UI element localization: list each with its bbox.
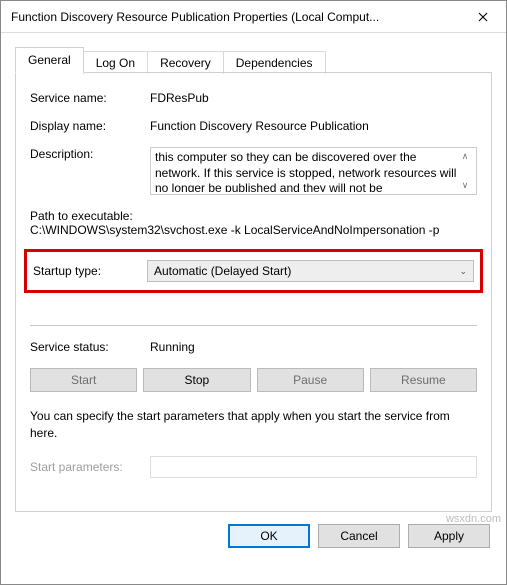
display-name-label: Display name: — [30, 119, 150, 133]
description-label: Description: — [30, 147, 150, 161]
description-box: this computer so they can be discovered … — [150, 147, 477, 195]
dialog-body: General Log On Recovery Dependencies Ser… — [1, 33, 506, 512]
stop-button[interactable]: Stop — [143, 368, 250, 392]
service-status-label: Service status: — [30, 340, 150, 354]
ok-button[interactable]: OK — [228, 524, 310, 548]
apply-button[interactable]: Apply — [408, 524, 490, 548]
tab-dependencies[interactable]: Dependencies — [223, 51, 326, 74]
chevron-down-icon: ⌄ — [459, 266, 467, 277]
service-name-value: FDResPub — [150, 91, 477, 105]
start-params-input — [150, 456, 477, 478]
start-button: Start — [30, 368, 137, 392]
start-params-label: Start parameters: — [30, 460, 150, 474]
path-value: C:\WINDOWS\system32\svchost.exe -k Local… — [30, 223, 477, 237]
tab-content-general: Service name: FDResPub Display name: Fun… — [15, 72, 492, 512]
startup-type-label: Startup type: — [33, 264, 147, 278]
close-button[interactable] — [460, 1, 506, 33]
description-text: this computer so they can be discovered … — [155, 150, 458, 192]
separator — [30, 325, 477, 326]
service-status-value: Running — [150, 340, 477, 354]
tab-strip: General Log On Recovery Dependencies — [15, 47, 492, 73]
startup-type-row: Startup type: Automatic (Delayed Start) … — [24, 249, 483, 293]
startup-type-value: Automatic (Delayed Start) — [154, 264, 291, 278]
window-title: Function Discovery Resource Publication … — [11, 10, 460, 24]
pause-button: Pause — [257, 368, 364, 392]
start-params-note: You can specify the start parameters tha… — [30, 408, 477, 442]
description-scrollbar[interactable]: ∧ ∨ — [458, 150, 472, 192]
scroll-down-icon: ∨ — [462, 180, 469, 191]
dialog-buttons: OK Cancel Apply — [1, 512, 506, 562]
display-name-value: Function Discovery Resource Publication — [150, 119, 477, 133]
tab-recovery[interactable]: Recovery — [147, 51, 224, 74]
close-icon — [478, 12, 488, 22]
scroll-up-icon: ∧ — [462, 151, 469, 162]
service-name-label: Service name: — [30, 91, 150, 105]
resume-button: Resume — [370, 368, 477, 392]
cancel-button[interactable]: Cancel — [318, 524, 400, 548]
tab-general[interactable]: General — [15, 47, 84, 73]
startup-type-dropdown[interactable]: Automatic (Delayed Start) ⌄ — [147, 260, 474, 282]
tab-logon[interactable]: Log On — [83, 51, 148, 74]
titlebar: Function Discovery Resource Publication … — [1, 1, 506, 33]
path-label: Path to executable: — [30, 209, 477, 223]
